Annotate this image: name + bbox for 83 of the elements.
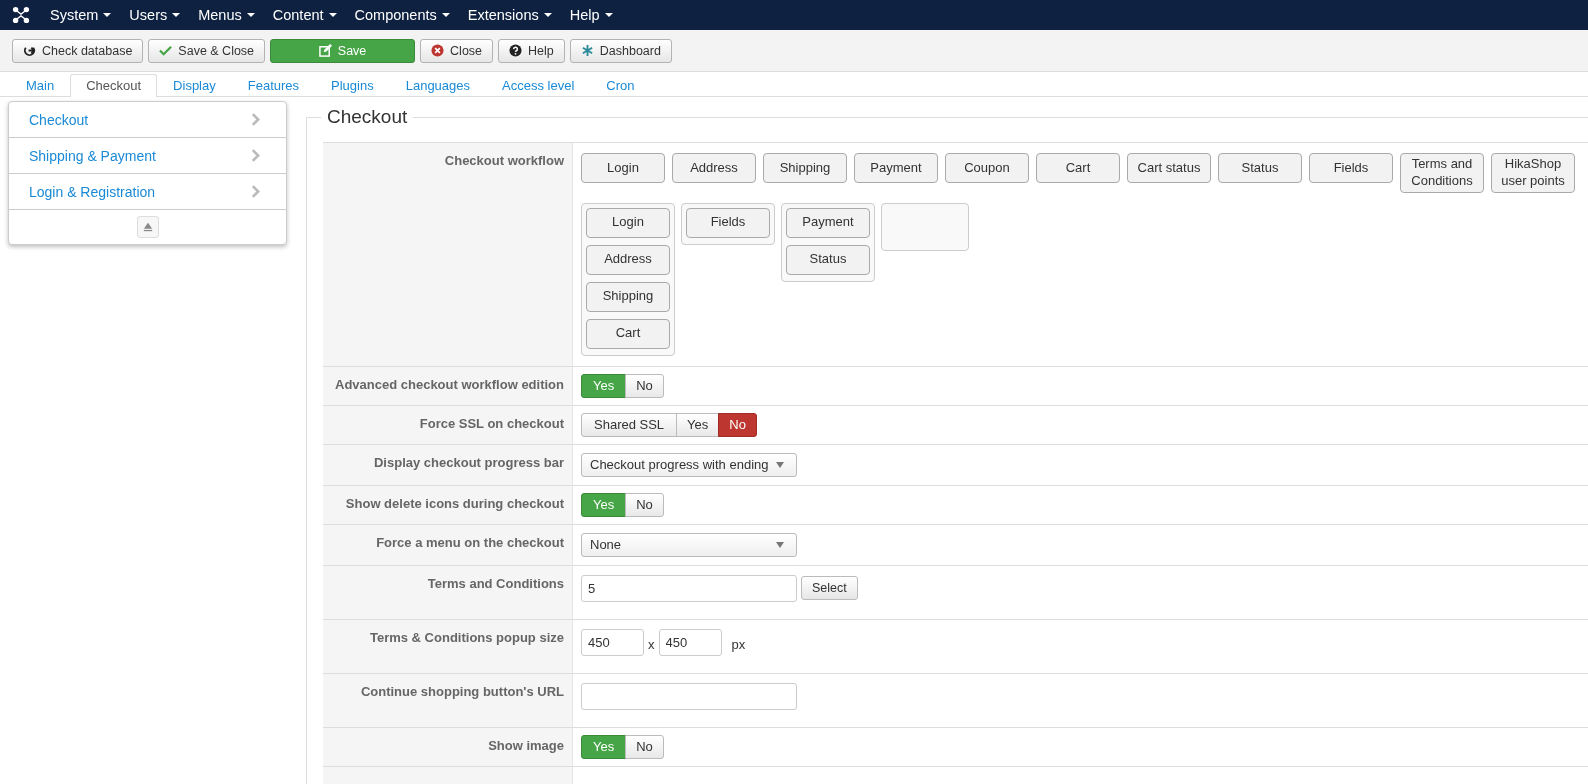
unit-text: px: [730, 635, 746, 652]
setting-label: Checkout workflow: [323, 143, 573, 366]
toggle-option[interactable]: Yes: [676, 412, 720, 437]
menu-item[interactable]: Help: [569, 7, 613, 23]
setting-label: Force SSL on checkout: [323, 405, 573, 444]
collapse-button[interactable]: [136, 216, 159, 238]
width-field[interactable]: 450: [581, 628, 644, 656]
separator-text: x: [648, 635, 655, 652]
workflow-step[interactable]: Payment: [786, 207, 870, 238]
chevron-icon: [251, 113, 260, 126]
menu-item[interactable]: Components: [354, 7, 450, 23]
setting-label: Force a menu on the checkout: [323, 524, 573, 565]
menu-item[interactable]: Content: [272, 7, 337, 23]
setting-label: Terms & Conditions popup size: [323, 619, 573, 673]
menu-item[interactable]: System: [50, 7, 112, 23]
toggle-option[interactable]: No: [625, 373, 664, 398]
sidebar-item[interactable]: Checkout: [9, 102, 286, 138]
tab[interactable]: Display: [157, 74, 232, 97]
workflow-step[interactable]: Address: [672, 153, 756, 183]
workflow-step[interactable]: Status: [1218, 153, 1302, 183]
caret-icon: [776, 461, 784, 468]
menu-item[interactable]: Extensions: [467, 7, 552, 23]
workflow-step[interactable]: Login: [586, 207, 670, 238]
dropdown[interactable]: Checkout progress with ending: [581, 452, 797, 477]
chevron-icon: [251, 185, 260, 198]
setting-label: Display checkout progress bar: [323, 444, 573, 485]
workflow-step[interactable]: Shipping: [763, 153, 847, 183]
toolbar-button[interactable]: Help: [498, 38, 565, 63]
tab[interactable]: Languages: [389, 74, 487, 97]
setting-label: Show delete icons during checkout: [323, 485, 573, 524]
asterisk-icon: [580, 44, 594, 57]
setting-label: Show image: [323, 727, 573, 766]
sidebar-label: Checkout: [29, 111, 89, 128]
dropdown[interactable]: None: [581, 532, 797, 557]
toggle-option[interactable]: No: [718, 412, 757, 437]
toggle-option[interactable]: No: [625, 734, 664, 759]
setting-label: Continue shopping button's URL: [323, 673, 573, 727]
workflow-step[interactable]: Coupon: [945, 153, 1029, 183]
sidebar-item[interactable]: Login & Registration: [9, 174, 286, 210]
logo-icon[interactable]: [12, 6, 30, 24]
workflow-step[interactable]: Status: [786, 244, 870, 275]
eject-icon: [142, 222, 153, 232]
workflow-step[interactable]: Fields: [686, 207, 770, 238]
workflow-step[interactable]: Cart: [1036, 153, 1120, 183]
height-field[interactable]: 450: [658, 628, 722, 656]
workflow-step[interactable]: Payment: [854, 153, 938, 183]
edit-icon: [318, 44, 332, 57]
menu-item[interactable]: Menus: [198, 7, 255, 23]
tab[interactable]: Access level: [486, 74, 591, 97]
select-button[interactable]: Select: [801, 576, 858, 601]
sidebar-label: Login & Registration: [29, 183, 156, 200]
workflow-step[interactable]: Cart: [586, 318, 670, 349]
toolbar-button[interactable]: Check database: [12, 38, 144, 63]
toolbar-button[interactable]: Save & Close: [148, 38, 266, 63]
toggle-option[interactable]: Shared SSL: [581, 412, 678, 437]
database-icon: [23, 44, 36, 57]
tab[interactable]: Checkout: [70, 74, 158, 97]
tab[interactable]: Main: [10, 74, 71, 97]
toolbar-button[interactable]: Close: [420, 38, 494, 63]
menu-item[interactable]: Users: [129, 7, 181, 23]
caret-icon: [776, 541, 784, 548]
setting-label: Terms and Conditions: [323, 565, 573, 619]
chevron-icon: [251, 149, 260, 162]
sidebar-item[interactable]: Shipping & Payment: [9, 138, 286, 174]
tab[interactable]: Plugins: [315, 74, 390, 97]
close-icon: [431, 44, 445, 57]
workflow-step[interactable]: Login: [581, 153, 665, 183]
tab[interactable]: Features: [231, 74, 316, 97]
workflow-step[interactable]: Cart status: [1127, 153, 1211, 183]
toggle-option[interactable]: No: [625, 492, 664, 517]
workflow-step[interactable]: Terms and Conditions: [1400, 153, 1484, 193]
toolbar-button[interactable]: Dashboard: [569, 38, 672, 63]
workflow-step[interactable]: HikaShop user points: [1491, 153, 1575, 193]
setting-label: Advanced checkout workflow edition: [323, 366, 573, 405]
workflow-step[interactable]: Shipping: [586, 281, 670, 312]
url-field[interactable]: [581, 682, 797, 710]
workflow-step[interactable]: Fields: [1309, 153, 1393, 183]
workflow-step[interactable]: Address: [586, 244, 670, 275]
tab[interactable]: Cron: [590, 74, 651, 97]
help-icon: [509, 44, 523, 57]
input-field[interactable]: 5: [581, 574, 797, 602]
check-icon: [159, 44, 173, 57]
sidebar-label: Shipping & Payment: [29, 147, 156, 164]
